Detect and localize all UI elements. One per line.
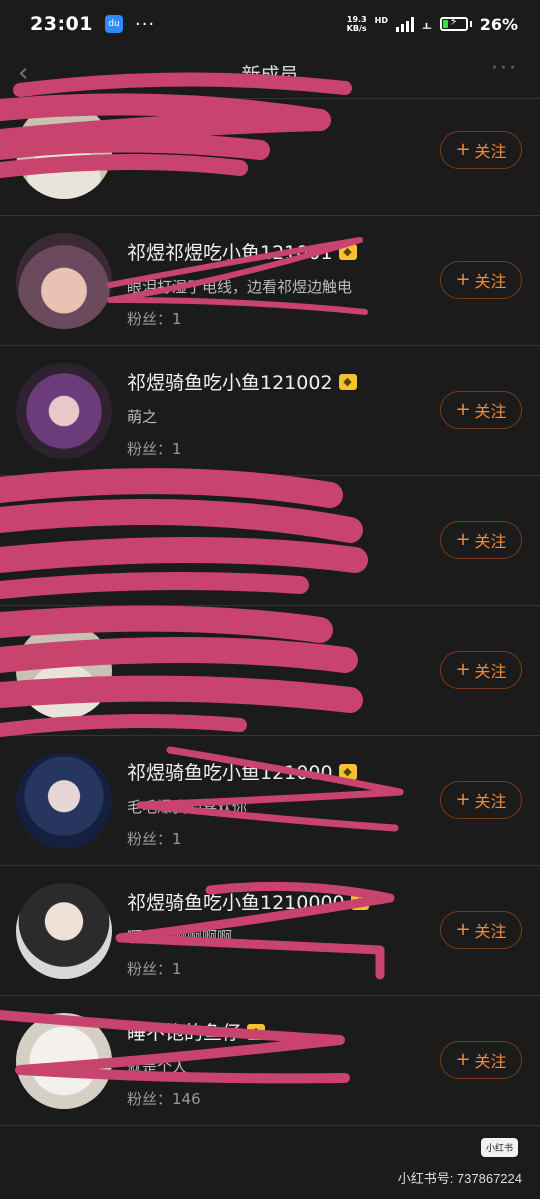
member-row[interactable]: 祁煜祁煜吃小鱼121001 ◆ 眼泪打湿了电线，边看祁煜边触电 粉丝：1 + 关注 (0, 216, 540, 346)
battery-percent: 26% (479, 14, 518, 34)
member-name[interactable]: 祁煜骑鱼吃小鱼121000 (127, 758, 333, 785)
plus-icon: + (455, 269, 471, 290)
fans-count: 粉丝：146 (127, 1090, 201, 1108)
avatar[interactable] (16, 623, 112, 719)
page-title: 新成员 (241, 64, 299, 86)
follow-label: 关注 (474, 272, 507, 291)
plus-icon: + (455, 659, 471, 680)
name-line: 祁煜祁煜吃小鱼121001 ◆ (127, 238, 357, 265)
diamond-badge-icon: ◆ (247, 1023, 266, 1040)
plus-icon: + (455, 789, 471, 810)
avatar[interactable] (16, 493, 112, 589)
follow-button[interactable]: + 关注 (440, 911, 522, 949)
signal-icon (396, 16, 414, 32)
battery-cap (469, 21, 472, 27)
name-line: 睡不饱的鱼仔 ◆ (127, 1018, 266, 1045)
follow-button[interactable]: + 关注 (440, 261, 522, 299)
member-row[interactable]: + 关注 (0, 86, 540, 216)
app-notification-icon: du (104, 15, 123, 33)
wifi-icon: ⫠ (422, 14, 432, 33)
member-name[interactable]: 祁煜骑鱼吃小鱼1210000 (127, 888, 345, 915)
plus-icon: + (455, 139, 471, 160)
plus-icon: + (455, 1049, 471, 1070)
follow-label: 关注 (474, 142, 507, 161)
follow-label: 关注 (474, 1052, 507, 1071)
follow-label: 关注 (474, 922, 507, 941)
avatar[interactable] (16, 363, 112, 459)
plus-icon: + (455, 399, 471, 420)
network-speed: 19.3 KB/s (346, 15, 367, 33)
member-row[interactable]: + 关注 (0, 476, 540, 606)
member-signature: 眼泪打湿了电线，边看祁煜边触电 (127, 278, 353, 296)
diamond-badge-icon: ◆ (338, 243, 357, 260)
status-time: 23:01 (30, 13, 93, 35)
name-line: 祁煜骑鱼吃小鱼1210000 ◆ (127, 888, 369, 915)
member-list: + 关注 祁煜祁煜吃小鱼121001 ◆ 眼泪打湿了电线，边看祁煜边触电 粉丝：1 + 关注祁… (0, 86, 540, 1126)
member-row[interactable]: 祁煜骑鱼吃小鱼121000 ◆ 毛毛爆我们喜欢你 粉丝：1 + 关注 (0, 736, 540, 866)
more-notifications-icon: ··· (134, 13, 156, 35)
avatar[interactable] (16, 103, 112, 199)
member-signature: 就是个人 (127, 1058, 188, 1076)
xiaohongshu-logo: 小红书 (480, 1138, 518, 1157)
member-row[interactable]: + 关注 (0, 606, 540, 736)
follow-label: 关注 (474, 792, 507, 811)
more-menu-icon[interactable]: ··· (491, 56, 518, 81)
battery-icon: ⚡ (439, 15, 468, 31)
follow-label: 关注 (474, 532, 507, 551)
member-row[interactable]: 祁煜骑鱼吃小鱼1210000 ◆ 啊啊啊啊啊啊啊 粉丝：1 + 关注 (0, 866, 540, 996)
follow-button[interactable]: + 关注 (440, 391, 522, 429)
fans-count: 粉丝：1 (127, 440, 182, 458)
follow-button[interactable]: + 关注 (440, 1041, 522, 1079)
member-name[interactable]: 睡不饱的鱼仔 (127, 1018, 241, 1045)
status-bar: 23:01 du ··· 19.3 KB/s HD ⫠ ⚡ 26% (0, 0, 540, 48)
hd-label: HD (374, 15, 388, 25)
member-name[interactable]: 祁煜祁煜吃小鱼121001 (127, 238, 333, 265)
member-signature: 萌之 (127, 408, 158, 426)
name-line: 祁煜骑鱼吃小鱼121002 ◆ (127, 368, 357, 395)
fans-count: 粉丝：1 (127, 960, 182, 978)
fans-count: 粉丝：1 (127, 830, 182, 848)
follow-button[interactable]: + 关注 (440, 131, 522, 169)
follow-button[interactable]: + 关注 (440, 781, 522, 819)
plus-icon: + (455, 529, 471, 550)
avatar[interactable] (16, 753, 112, 849)
xiaohongshu-id: 小红书号: 737867224 (397, 1171, 522, 1186)
name-line: 祁煜骑鱼吃小鱼121000 ◆ (127, 758, 357, 785)
follow-label: 关注 (474, 402, 507, 421)
member-signature: 啊啊啊啊啊啊啊 (127, 928, 233, 946)
member-signature: 毛毛爆我们喜欢你 (127, 798, 248, 816)
follow-button[interactable]: + 关注 (440, 651, 522, 689)
member-row[interactable]: 睡不饱的鱼仔 ◆ 就是个人粉丝：146 + 关注 (0, 996, 540, 1126)
plus-icon: + (455, 919, 471, 940)
member-row[interactable]: 祁煜骑鱼吃小鱼121002 ◆ 萌之粉丝：1 + 关注 (0, 346, 540, 476)
diamond-badge-icon: ◆ (338, 763, 357, 780)
fans-count: 粉丝：1 (127, 310, 182, 328)
member-name[interactable]: 祁煜骑鱼吃小鱼121002 (127, 368, 333, 395)
avatar[interactable] (16, 883, 112, 979)
follow-button[interactable]: + 关注 (440, 521, 522, 559)
follow-label: 关注 (474, 662, 507, 681)
avatar[interactable] (16, 233, 112, 329)
avatar[interactable] (16, 1013, 112, 1109)
diamond-badge-icon: ◆ (338, 373, 357, 390)
diamond-badge-icon: ◆ (350, 893, 369, 910)
